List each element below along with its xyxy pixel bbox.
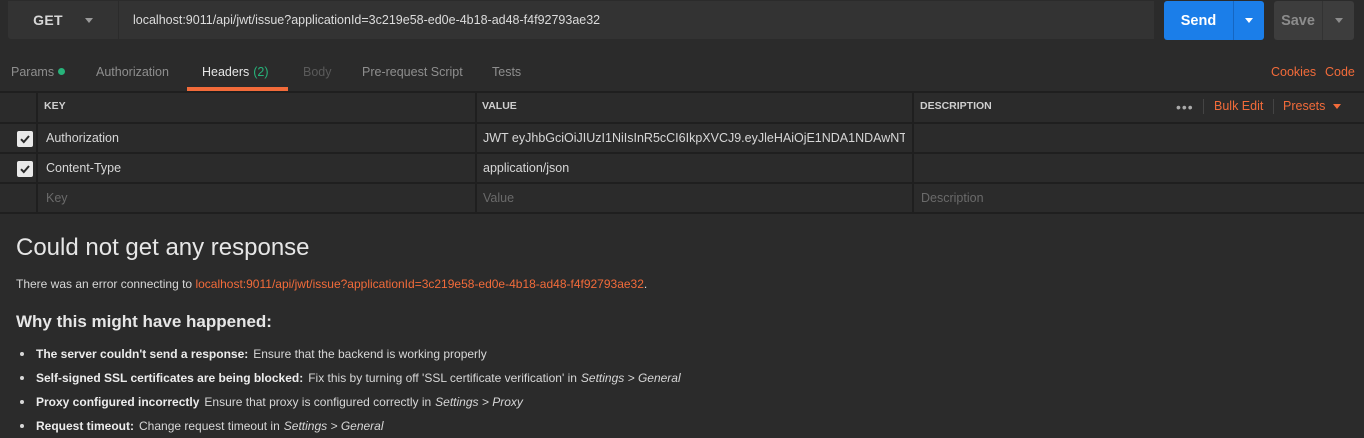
why-title: Why this might have happened: (16, 312, 272, 331)
header-key-cell[interactable]: Content-Type (46, 153, 466, 183)
headers-table: KEY VALUE DESCRIPTION ••• Bulk Edit Pres… (0, 91, 1364, 214)
checkmark-icon (20, 165, 30, 174)
column-divider (475, 91, 477, 214)
tab-label: Params (11, 64, 55, 79)
list-item: Self-signed SSL certificates are being b… (16, 366, 681, 390)
tab-count-badge: (2) (253, 64, 269, 79)
tab-tests[interactable]: Tests (492, 52, 521, 91)
settings-path: Settings > Proxy (435, 395, 523, 409)
chevron-down-icon (84, 17, 93, 23)
send-button-group: Send (1164, 1, 1264, 40)
bulk-edit-link[interactable]: Bulk Edit (1214, 91, 1263, 121)
tab-headers[interactable]: Headers (2) (202, 52, 269, 91)
error-text: There was an error connecting to (16, 277, 196, 291)
tab-label: Pre-request Script (362, 64, 463, 79)
chevron-down-icon (1245, 18, 1253, 23)
column-divider (912, 91, 914, 214)
save-button[interactable]: Save (1274, 13, 1322, 29)
header-enabled-checkbox[interactable] (17, 161, 33, 177)
column-header-key: KEY (44, 100, 66, 112)
method-label: GET (33, 12, 63, 28)
reason-heading: Self-signed SSL certificates are being b… (36, 371, 304, 385)
request-tabs: Params Authorization Headers (2) Body Pr… (0, 52, 1364, 91)
cookies-link[interactable]: Cookies (1271, 52, 1316, 91)
column-divider (36, 91, 38, 214)
table-divider (0, 91, 1364, 93)
header-value-cell[interactable]: application/json (483, 153, 905, 183)
column-header-value: VALUE (482, 100, 517, 112)
tab-label: Body (303, 64, 332, 79)
error-url-link[interactable]: localhost:9011/api/jwt/issue?application… (195, 277, 643, 291)
tab-authorization[interactable]: Authorization (96, 52, 169, 91)
send-dropdown-button[interactable] (1234, 18, 1264, 23)
header-enabled-checkbox[interactable] (17, 131, 33, 147)
toolbar-divider (1273, 99, 1274, 114)
save-dropdown-button[interactable] (1323, 18, 1354, 23)
reason-heading: Proxy configured incorrectly (36, 395, 200, 409)
list-item: The server couldn't send a response: Ensu… (16, 342, 681, 366)
new-description-input[interactable]: Description (921, 183, 1351, 213)
tab-params[interactable]: Params (11, 52, 66, 91)
response-title: Could not get any response (16, 234, 310, 261)
reason-heading: The server couldn't send a response: (36, 347, 249, 361)
method-select[interactable]: GET (8, 1, 118, 39)
save-button-group: Save (1274, 1, 1354, 40)
url-text: localhost:9011/api/jwt/issue?application… (133, 13, 601, 27)
tab-label: Tests (492, 64, 522, 79)
new-value-input[interactable]: Value (483, 183, 905, 213)
reason-text: Ensure that the backend is working prope… (253, 347, 487, 361)
list-item: Proxy configured incorrectly Ensure that … (16, 390, 681, 414)
tab-label: Authorization (96, 64, 169, 79)
error-message: There was an error connecting to localho… (16, 277, 647, 291)
header-description-cell[interactable] (921, 153, 1351, 183)
header-description-cell[interactable] (921, 123, 1351, 153)
more-options-icon[interactable]: ••• (1176, 99, 1194, 115)
presets-dropdown[interactable]: Presets (1283, 91, 1342, 121)
presets-label: Presets (1283, 99, 1326, 113)
settings-path: Settings > General (283, 419, 384, 433)
status-dot-icon (58, 68, 66, 75)
settings-path: Settings > General (580, 371, 681, 385)
chevron-down-icon (1334, 18, 1343, 23)
header-key-cell[interactable]: Authorization (46, 123, 466, 153)
column-header-description: DESCRIPTION (920, 100, 992, 112)
send-button[interactable]: Send (1164, 13, 1233, 29)
reason-text: Change request timeout in (139, 419, 280, 433)
url-input[interactable]: localhost:9011/api/jwt/issue?application… (119, 1, 1154, 39)
reason-text: Ensure that proxy is configured correctl… (204, 395, 432, 409)
chevron-down-icon (1333, 103, 1342, 109)
header-value-cell[interactable]: JWT eyJhbGciOiJIUzI1NiIsInR5cCI6IkpXVCJ9… (483, 123, 905, 153)
reason-heading: Request timeout: (36, 419, 135, 433)
new-key-input[interactable]: Key (46, 183, 466, 213)
reason-text: Fix this by turning off 'SSL certificate… (308, 371, 577, 385)
tab-body[interactable]: Body (303, 52, 332, 91)
reasons-list: The server couldn't send a response: Ensu… (16, 342, 681, 438)
tab-label: Headers (202, 64, 250, 79)
code-link[interactable]: Code (1325, 52, 1355, 91)
checkmark-icon (20, 135, 30, 144)
list-item: Request timeout: Change request timeout i… (16, 414, 681, 438)
request-bar: GET localhost:9011/api/jwt/issue?applica… (0, 0, 1364, 44)
tab-pre-request-script[interactable]: Pre-request Script (362, 52, 463, 91)
toolbar-divider (1203, 99, 1204, 114)
error-suffix: . (643, 277, 648, 291)
